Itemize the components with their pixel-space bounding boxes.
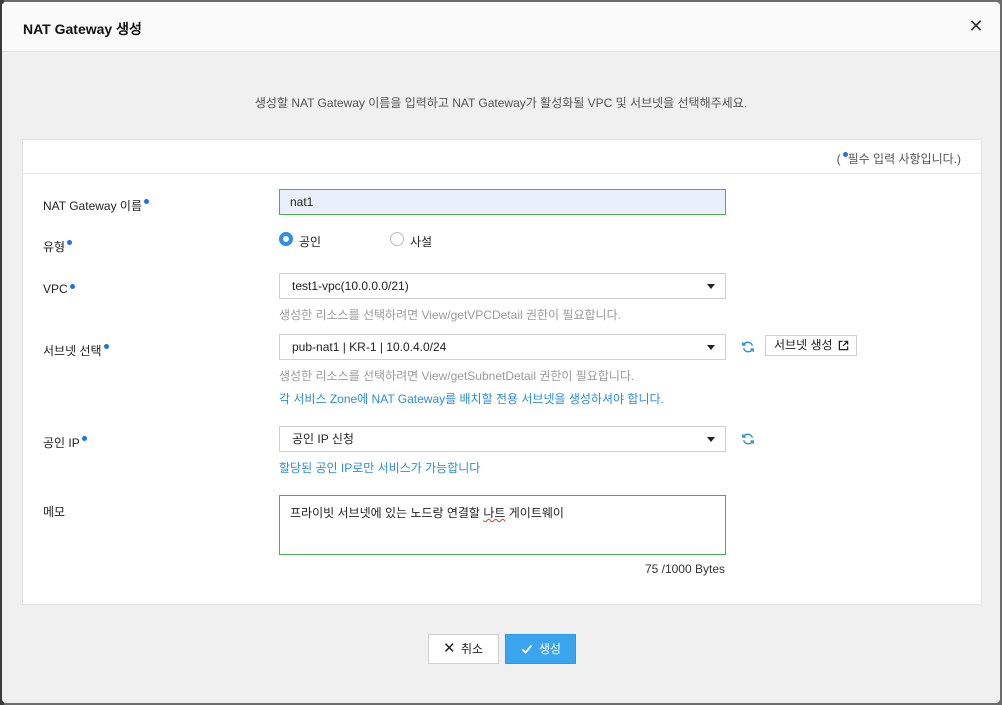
subnet-label-text: 서브넷 선택 bbox=[43, 344, 102, 358]
external-link-icon bbox=[838, 340, 849, 351]
dialog-header: NAT Gateway 생성 ✕ bbox=[2, 2, 1000, 52]
refresh-icon[interactable] bbox=[741, 432, 755, 446]
name-label: NAT Gateway 이름 bbox=[43, 197, 149, 214]
vpc-select-value: test1-vpc(10.0.0.0/21) bbox=[292, 279, 409, 293]
memo-text-after: 게이트웨이 bbox=[505, 506, 564, 520]
required-dot-icon bbox=[69, 284, 75, 289]
required-note-open: ( bbox=[836, 152, 841, 166]
subnet-select[interactable]: pub-nat1 | KR-1 | 10.0.4.0/24 bbox=[279, 334, 726, 360]
required-note: ( 필수 입력 사항입니다.) bbox=[837, 150, 961, 167]
divider bbox=[23, 173, 981, 174]
vpc-select[interactable]: test1-vpc(10.0.0.0/21) bbox=[279, 273, 726, 299]
required-dot-icon bbox=[144, 199, 149, 204]
nat-gateway-create-dialog: NAT Gateway 생성 ✕ 생성할 NAT Gateway 이름을 입력하… bbox=[2, 2, 1000, 703]
type-radio-public[interactable] bbox=[279, 232, 293, 246]
create-button[interactable]: 생성 bbox=[505, 634, 576, 664]
create-subnet-button[interactable]: 서브넷 생성 bbox=[765, 335, 857, 356]
memo-label: 메모 bbox=[43, 505, 66, 519]
chevron-down-icon bbox=[707, 284, 715, 289]
type-label: 유형 bbox=[43, 238, 73, 255]
public-ip-info-text: 할당된 공인 IP로만 서비스가 가능합니다 bbox=[279, 461, 481, 475]
type-radio-private[interactable] bbox=[390, 232, 404, 246]
vpc-label-text: VPC bbox=[43, 282, 68, 296]
public-ip-select[interactable]: 공인 IP 신청 bbox=[279, 426, 726, 452]
required-dot-icon bbox=[67, 240, 73, 245]
memo-textarea[interactable]: 프라이빗 서브넷에 있는 노드랑 연결할 나트 게이트웨이 bbox=[279, 495, 726, 555]
vpc-label: VPC bbox=[43, 282, 75, 296]
create-label: 생성 bbox=[539, 642, 562, 656]
subnet-select-value: pub-nat1 | KR-1 | 10.0.4.0/24 bbox=[292, 340, 447, 354]
required-dot-icon bbox=[103, 344, 109, 349]
memo-byte-counter: 75 /1000 Bytes bbox=[644, 562, 725, 576]
name-input[interactable]: nat1 bbox=[279, 189, 726, 215]
dialog-title: NAT Gateway 생성 bbox=[23, 21, 142, 37]
subnet-info-text: 각 서비스 Zone에 NAT Gateway를 배치할 전용 서브넷을 생성하… bbox=[279, 392, 664, 406]
close-icon: ✕ bbox=[443, 640, 456, 657]
public-ip-select-value: 공인 IP 신청 bbox=[292, 432, 354, 446]
create-subnet-label: 서브넷 생성 bbox=[774, 338, 833, 352]
name-label-text: NAT Gateway 이름 bbox=[43, 199, 142, 213]
public-ip-label: 공인 IP bbox=[43, 434, 87, 451]
cancel-label: 취소 bbox=[461, 642, 484, 656]
chevron-down-icon bbox=[707, 437, 715, 442]
refresh-icon[interactable] bbox=[741, 340, 755, 354]
cancel-button[interactable]: ✕ 취소 bbox=[428, 634, 499, 664]
subnet-label: 서브넷 선택 bbox=[43, 342, 109, 359]
type-label-text: 유형 bbox=[43, 240, 66, 254]
check-icon bbox=[521, 644, 533, 654]
form-panel: ( 필수 입력 사항입니다.) NAT Gateway 이름 nat1 유형 공인… bbox=[22, 139, 982, 605]
chevron-down-icon bbox=[707, 345, 715, 350]
memo-text-before: 프라이빗 서브넷에 있는 노드랑 연결할 bbox=[290, 506, 484, 520]
memo-text-misspelled: 나트 bbox=[483, 506, 506, 520]
type-radio-public-label[interactable]: 공인 bbox=[299, 233, 321, 250]
required-dot-icon bbox=[81, 436, 87, 441]
close-icon[interactable]: ✕ bbox=[966, 16, 986, 36]
type-radio-private-label[interactable]: 사설 bbox=[410, 233, 432, 250]
public-ip-label-text: 공인 IP bbox=[43, 436, 80, 450]
subnet-help-text: 생성한 리소스를 선택하려면 View/getSubnetDetail 권한이 … bbox=[279, 369, 635, 383]
intro-text: 생성할 NAT Gateway 이름을 입력하고 NAT Gateway가 활성… bbox=[254, 96, 748, 110]
required-note-text: 필수 입력 사항입니다.) bbox=[847, 152, 961, 166]
vpc-help-text: 생성한 리소스를 선택하려면 View/getVPCDetail 권한이 필요합… bbox=[279, 308, 621, 322]
